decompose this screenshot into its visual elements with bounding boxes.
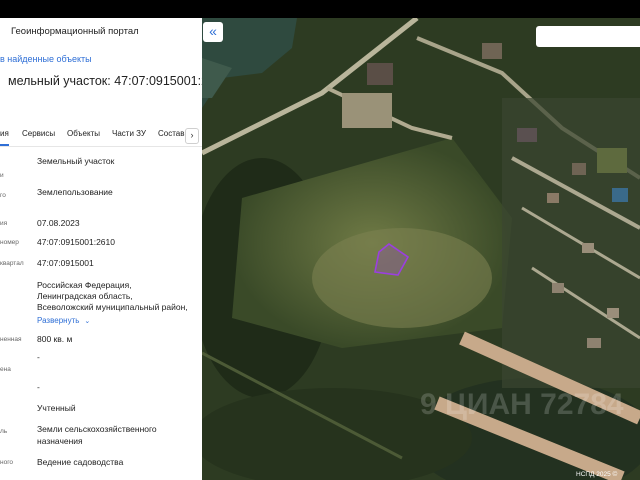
top-bar <box>0 0 640 18</box>
attr-value: - <box>37 382 40 392</box>
attr-label: ена <box>0 366 11 373</box>
tab-information[interactable]: ия <box>0 129 9 138</box>
expand-address-button[interactable]: Развернуть ⌄ <box>37 316 90 325</box>
attr-label: и <box>0 172 4 179</box>
address-line-3: Всеволожский муниципальный район, <box>37 302 188 312</box>
tabs-next-button[interactable]: › <box>185 128 199 144</box>
attr-value: - <box>37 352 40 362</box>
attr-value: Землепользование <box>37 187 113 197</box>
attr-label: го <box>0 192 6 199</box>
watermark: 9 ЦИАН 72784 <box>420 388 624 421</box>
object-title: мельный участок: 47:07:0915001:2610 <box>8 74 202 88</box>
attr-label: ия <box>0 220 8 227</box>
attr-value: 47:07:0915001:2610 <box>37 237 115 247</box>
area-value: 800 кв. м <box>37 334 73 344</box>
attr-label: номер <box>0 239 19 246</box>
portal-title: Геоинформационный портал <box>11 26 139 37</box>
map-search-input[interactable] <box>536 26 640 47</box>
tab-parts[interactable]: Части ЗУ <box>112 129 146 138</box>
back-link-label[interactable]: в найденные объекты <box>0 54 92 64</box>
map-copyright: НСПД 2025 © <box>576 471 618 478</box>
attr-label: ль <box>0 428 8 435</box>
collapse-panel-button[interactable]: « <box>203 22 223 42</box>
attr-label: ненная <box>0 336 22 343</box>
attr-value: 47:07:0915001 <box>37 258 94 268</box>
category-line-2: назначения <box>37 436 83 446</box>
expand-label: Развернуть <box>37 316 80 325</box>
address-line-1: Российская Федерация, <box>37 280 132 290</box>
attr-label: ного <box>0 459 14 466</box>
tab-composition[interactable]: Состав <box>158 129 185 138</box>
attr-value: 07.08.2023 <box>37 218 80 228</box>
category-line-1: Земли сельскохозяйственного <box>37 424 157 434</box>
address-line-2: Ленинградская область, <box>37 291 133 301</box>
double-chevron-left-icon: « <box>209 23 217 39</box>
info-panel: Геоинформационный портал в найденные объ… <box>0 18 202 480</box>
chevron-down-icon: ⌄ <box>84 318 91 325</box>
permitted-use-value: Ведение садоводства <box>37 457 124 467</box>
chevron-right-icon: › <box>190 130 194 140</box>
tab-objects[interactable]: Объекты <box>67 129 100 138</box>
attr-value: Земельный участок <box>37 156 115 166</box>
tab-services[interactable]: Сервисы <box>22 129 55 138</box>
back-to-results-link[interactable]: в найденные объекты <box>0 54 92 64</box>
status-value: Учтенный <box>37 403 76 413</box>
tab-bar: ия Сервисы Объекты Части ЗУ Состав › <box>0 122 202 147</box>
attr-label: квартал <box>0 260 24 267</box>
active-tab-indicator <box>0 144 9 146</box>
